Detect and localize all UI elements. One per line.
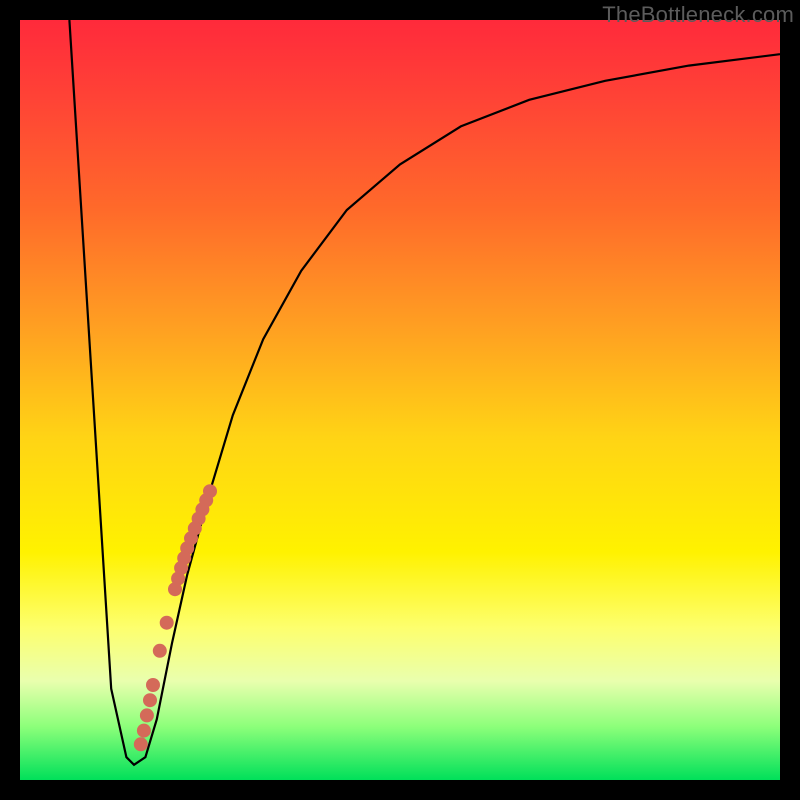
segment-high-10: [168, 582, 182, 596]
segment-low-5: [134, 737, 148, 751]
gap-point-1: [160, 616, 174, 630]
marker-group: [134, 484, 217, 751]
curve-layer: [20, 20, 780, 780]
segment-low-4: [137, 724, 151, 738]
main-curve: [69, 20, 780, 765]
segment-low-1: [146, 678, 160, 692]
gap-point-2: [153, 644, 167, 658]
chart-frame: TheBottleneck.com: [0, 0, 800, 800]
plot-area: [20, 20, 780, 780]
segment-low-3: [140, 708, 154, 722]
segment-low-2: [143, 693, 157, 707]
